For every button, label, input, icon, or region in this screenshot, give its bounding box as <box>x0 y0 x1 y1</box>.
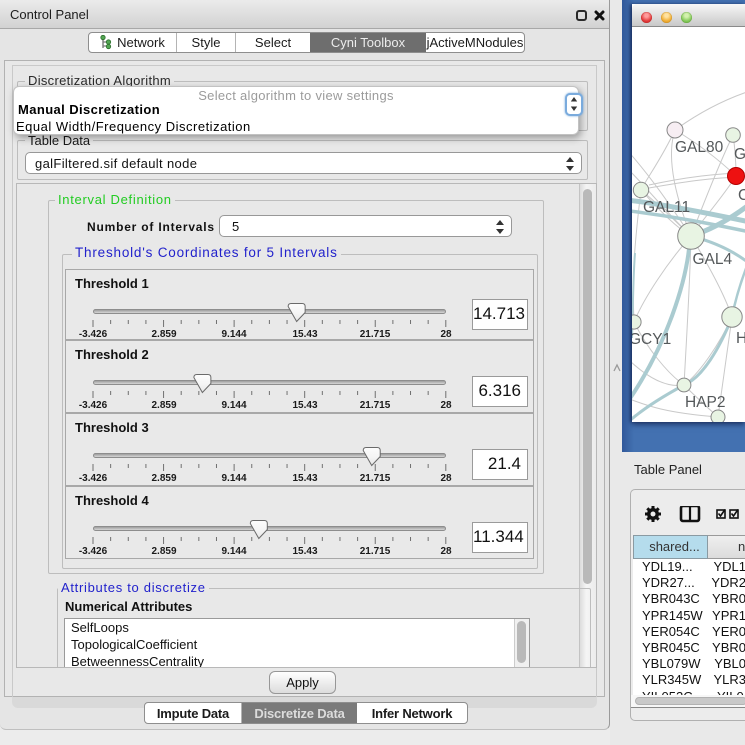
svg-text:GA: GA <box>734 146 745 163</box>
svg-text:C: C <box>738 187 745 204</box>
svg-text:GCY1: GCY1 <box>632 331 671 348</box>
svg-text:GAL4: GAL4 <box>693 251 733 268</box>
svg-text:GAL80: GAL80 <box>675 139 724 156</box>
svg-text:H: H <box>736 330 745 347</box>
svg-text:HAP2: HAP2 <box>685 394 726 411</box>
svg-text:GAL11: GAL11 <box>643 199 690 216</box>
